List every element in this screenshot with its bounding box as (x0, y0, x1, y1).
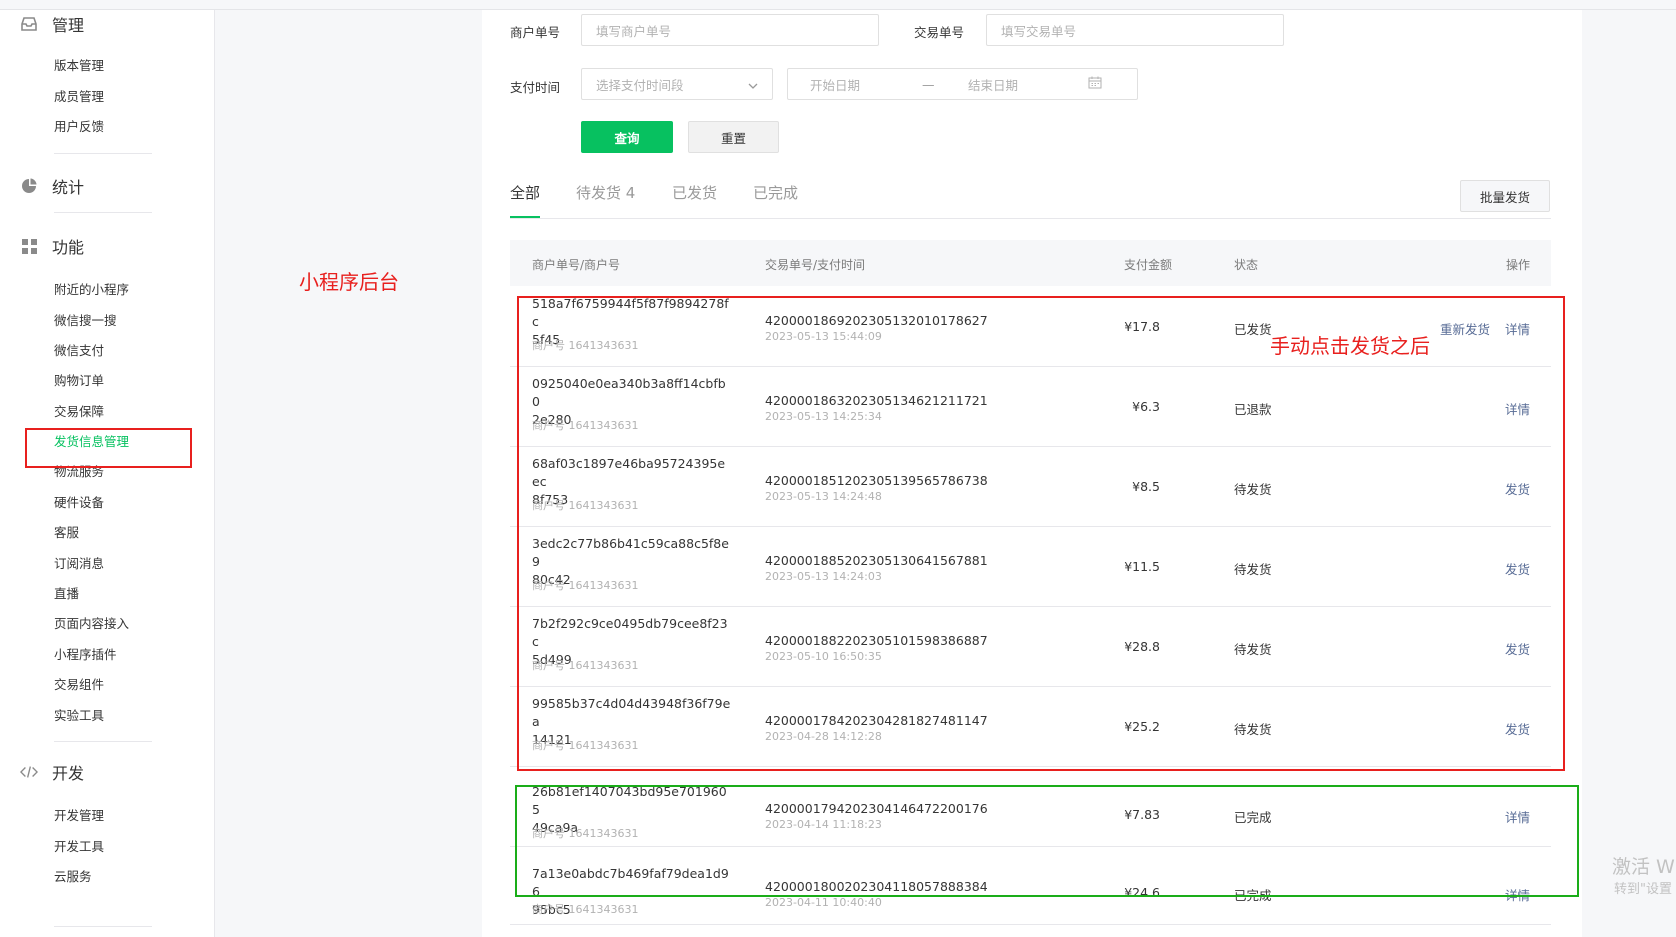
code-icon (20, 763, 38, 781)
trade-no-label: 交易单号 (914, 25, 965, 40)
date-separator: — (922, 76, 935, 92)
sidebar-divider (54, 212, 152, 213)
sidebar-item-feedback[interactable]: 用户反馈 (54, 116, 104, 135)
tabs-divider (510, 218, 1551, 219)
sidebar-item-dev-manage[interactable]: 开发管理 (54, 805, 104, 824)
right-gutter (1582, 10, 1676, 937)
sidebar-item-lab-tools[interactable]: 实验工具 (54, 705, 104, 724)
annotation-after-ship-label: 手动点击发货之后 (1270, 334, 1430, 358)
pay-time-select[interactable]: 选择支付时间段 (581, 68, 773, 100)
pie-chart-icon (20, 177, 38, 195)
sidebar-item-orders[interactable]: 购物订单 (54, 370, 104, 389)
sidebar-divider (54, 926, 152, 927)
sidebar-item-live[interactable]: 直播 (54, 583, 79, 602)
sidebar-section-stats[interactable]: 统计 (20, 174, 84, 198)
activation-watermark-line1: 激活 W (1612, 856, 1675, 878)
trade-no-input[interactable]: 填写交易单号 (986, 14, 1284, 46)
sidebar-item-wechat-pay[interactable]: 微信支付 (54, 340, 104, 359)
tab-shipped[interactable]: 已发货 (672, 182, 717, 203)
sidebar-item-trade-component[interactable]: 交易组件 (54, 674, 104, 693)
sidebar-item-plugins[interactable]: 小程序插件 (54, 644, 117, 663)
sidebar-item-members[interactable]: 成员管理 (54, 86, 104, 105)
merchant-no-input[interactable]: 填写商户单号 (581, 14, 879, 46)
batch-ship-button[interactable]: 批量发货 (1460, 180, 1550, 212)
pay-time: 2023-04-11 10:40:40 (765, 896, 882, 909)
end-date-field[interactable]: 结束日期 (968, 75, 1088, 94)
sidebar-divider (54, 153, 152, 154)
reset-button[interactable]: 重置 (688, 121, 779, 153)
sidebar-item-trade-guarantee[interactable]: 交易保障 (54, 401, 104, 420)
col-header-actions: 操作 (1505, 258, 1530, 272)
sidebar-section-label: 管理 (52, 16, 85, 35)
sidebar-divider (54, 741, 152, 742)
highlight-box-rows (517, 296, 1565, 771)
merchant-id: 商户号 1641343631 (532, 903, 639, 916)
table-header: 商户单号/商户号 交易单号/支付时间 支付金额 状态 操作 (510, 240, 1551, 286)
sidebar-section-manage[interactable]: 管理 (20, 12, 84, 36)
sidebar-item-hardware[interactable]: 硬件设备 (54, 492, 104, 511)
date-range-picker[interactable]: 开始日期 — 结束日期 (787, 68, 1138, 100)
highlight-box-completed (515, 785, 1579, 897)
tab-completed[interactable]: 已完成 (753, 182, 798, 203)
sidebar-section-dev[interactable]: 开发 (20, 760, 84, 784)
sidebar-item-version[interactable]: 版本管理 (54, 55, 104, 74)
annotation-backend-label: 小程序后台 (299, 270, 399, 294)
sidebar-item-nearby[interactable]: 附近的小程序 (54, 279, 129, 298)
sidebar: 管理 版本管理 成员管理 用户反馈 统计 功能 附近的小程序 微信搜一搜 微信支… (0, 10, 215, 937)
sidebar-section-label: 功能 (52, 238, 85, 257)
sidebar-item-cloud[interactable]: 云服务 (54, 866, 92, 885)
highlight-box-sidebar (25, 428, 192, 468)
col-header-order: 商户单号/商户号 (532, 258, 621, 272)
sidebar-section-label: 开发 (52, 764, 85, 783)
col-header-trade: 交易单号/支付时间 (765, 258, 866, 272)
pay-time-select-value: 选择支付时间段 (596, 77, 684, 93)
tab-all[interactable]: 全部 (510, 182, 540, 203)
inbox-icon (20, 15, 38, 33)
merchant-no-label: 商户单号 (510, 25, 561, 40)
query-button[interactable]: 查询 (581, 121, 673, 153)
tab-pending-ship[interactable]: 待发货 4 (576, 182, 635, 203)
grid-icon (20, 237, 38, 255)
pay-time-label: 支付时间 (510, 80, 561, 95)
sidebar-item-subscription[interactable]: 订阅消息 (54, 553, 104, 572)
activation-watermark-line2: 转到"设置 (1614, 882, 1672, 897)
sidebar-item-search[interactable]: 微信搜一搜 (54, 310, 117, 329)
sidebar-item-dev-tools[interactable]: 开发工具 (54, 836, 104, 855)
start-date-field[interactable]: 开始日期 (810, 75, 922, 94)
sidebar-item-page-content[interactable]: 页面内容接入 (54, 613, 129, 632)
chevron-down-icon (748, 77, 758, 92)
col-header-amount: 支付金额 (1124, 258, 1173, 272)
sidebar-section-label: 统计 (52, 178, 85, 197)
calendar-icon (1088, 76, 1102, 92)
col-header-status: 状态 (1234, 258, 1259, 272)
sidebar-section-functions[interactable]: 功能 (20, 234, 84, 258)
sidebar-item-customer-service[interactable]: 客服 (54, 522, 79, 541)
